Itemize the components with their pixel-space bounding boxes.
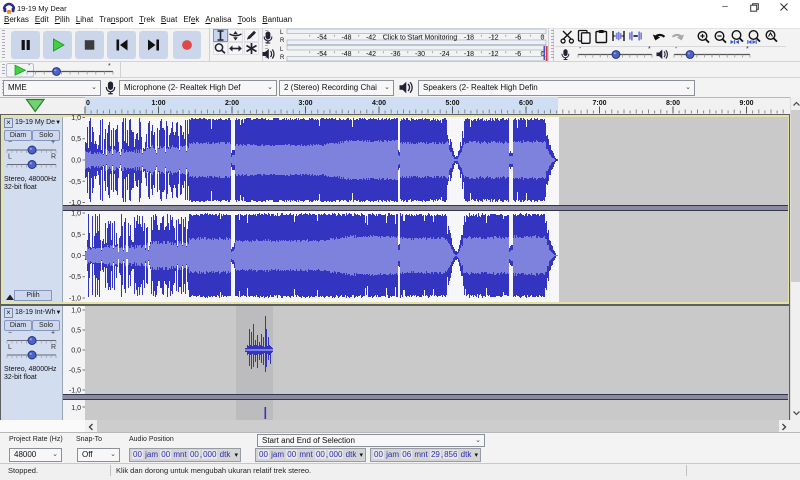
svg-text:-1,0: -1,0 (69, 200, 81, 207)
svg-text:-0,5: -0,5 (69, 368, 81, 375)
svg-text:R: R (51, 344, 56, 351)
svg-text:−: − (8, 139, 12, 146)
svg-text:0,5: 0,5 (71, 232, 81, 239)
svg-text:+: + (51, 330, 55, 337)
svg-text:L: L (8, 154, 12, 161)
svg-text:-1,0: -1,0 (69, 388, 81, 395)
svg-text:1,0: 1,0 (71, 308, 81, 315)
svg-text:1,0: 1,0 (71, 115, 81, 122)
svg-text:R: R (51, 154, 56, 161)
svg-text:+: + (51, 139, 55, 146)
svg-text:-0,5: -0,5 (69, 179, 81, 186)
svg-text:0,0: 0,0 (71, 348, 81, 355)
svg-text:L: L (8, 344, 12, 351)
svg-text:0,0: 0,0 (71, 158, 81, 165)
svg-text:-0,5: -0,5 (69, 274, 81, 281)
svg-text:-1,0: -1,0 (69, 296, 81, 303)
svg-text:0,5: 0,5 (71, 136, 81, 143)
svg-text:1,0: 1,0 (71, 405, 81, 412)
svg-text:0,0: 0,0 (71, 253, 81, 260)
svg-text:−: − (8, 330, 12, 337)
svg-text:1,0: 1,0 (71, 211, 81, 218)
svg-text:0,5: 0,5 (71, 328, 81, 335)
